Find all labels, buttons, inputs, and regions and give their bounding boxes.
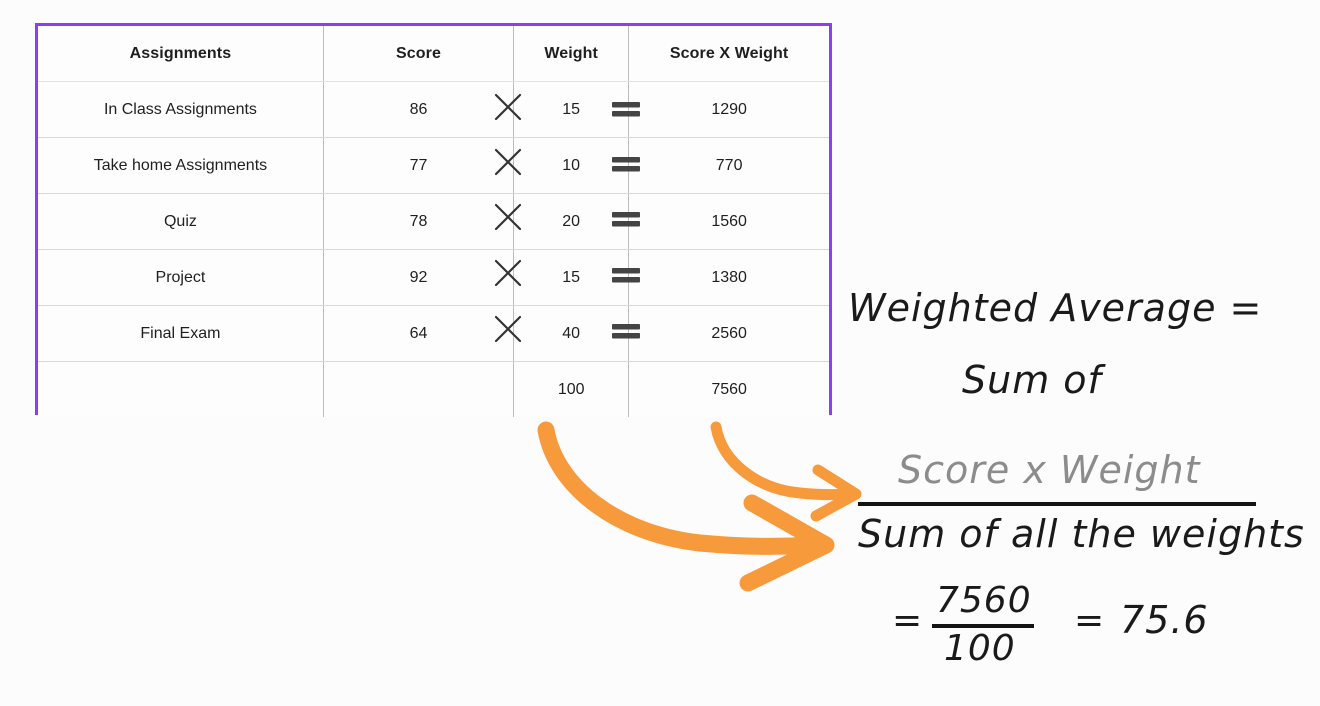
cell-product: 2560: [628, 305, 829, 362]
table-total-row: 100 7560: [38, 361, 829, 417]
cell-assignment: Quiz: [38, 193, 324, 250]
arrow-sum-of-weights: [537, 421, 835, 592]
cell-weight: 15: [513, 81, 629, 138]
cell-weight: 15: [513, 249, 629, 306]
cell-weight: 40: [513, 305, 629, 362]
table-row: Quiz 78 20 1560: [38, 193, 829, 250]
cell-score: 77: [322, 137, 514, 194]
grades-table: Assignments Score Weight Score X Weight …: [38, 26, 829, 417]
grades-table-container: Assignments Score Weight Score X Weight …: [35, 23, 832, 417]
table-row: In Class Assignments 86 15 1290: [38, 81, 829, 138]
fraction-denominator: Sum of all the weights: [858, 512, 1305, 556]
table-header-row: Assignments Score Weight Score X Weight: [38, 26, 829, 82]
weighted-average-result: 75.6: [1120, 598, 1209, 642]
cell-total-product: 7560: [628, 361, 829, 417]
fraction-numerator: Score x Weight: [898, 448, 1201, 492]
cell-weight: 20: [513, 193, 629, 250]
equals-sign-1: =: [892, 600, 924, 641]
column-header-score: Score: [322, 26, 514, 82]
table-row: Project 92 15 1380: [38, 249, 829, 306]
table-row: Take home Assignments 77 10 770: [38, 137, 829, 194]
arrow-score-x-weight: [710, 421, 862, 522]
cell-assignment: Take home Assignments: [38, 137, 324, 194]
cell-assignment: Project: [38, 249, 324, 306]
result-fraction-numerator: 7560: [936, 580, 1032, 621]
cell-total-score: [322, 361, 514, 417]
cell-weight: 10: [513, 137, 629, 194]
cell-total-weight: 100: [513, 361, 629, 417]
cell-assignment: In Class Assignments: [38, 81, 324, 138]
cell-product: 1290: [628, 81, 829, 138]
formula-line-2: Sum of: [962, 358, 1102, 402]
column-header-score-x-weight: Score X Weight: [628, 26, 829, 82]
cell-assignment: Final Exam: [38, 305, 324, 362]
result-fraction-denominator: 100: [944, 628, 1016, 669]
column-header-assignments: Assignments: [38, 26, 324, 82]
table-row: Final Exam 64 40 2560: [38, 305, 829, 362]
cell-score: 64: [322, 305, 514, 362]
table-header: Assignments Score Weight Score X Weight: [38, 26, 829, 82]
cell-product: 1560: [628, 193, 829, 250]
table-body: In Class Assignments 86 15 1290 Take hom…: [38, 81, 829, 417]
cell-score: 92: [322, 249, 514, 306]
formula-line-1: Weighted Average =: [848, 286, 1263, 330]
column-header-weight: Weight: [513, 26, 629, 82]
cell-score: 78: [322, 193, 514, 250]
cell-product: 770: [628, 137, 829, 194]
cell-total-assignment: [38, 361, 324, 417]
fraction-bar: [858, 502, 1256, 506]
cell-product: 1380: [628, 249, 829, 306]
equals-sign-2: =: [1074, 600, 1106, 641]
cell-score: 86: [322, 81, 514, 138]
